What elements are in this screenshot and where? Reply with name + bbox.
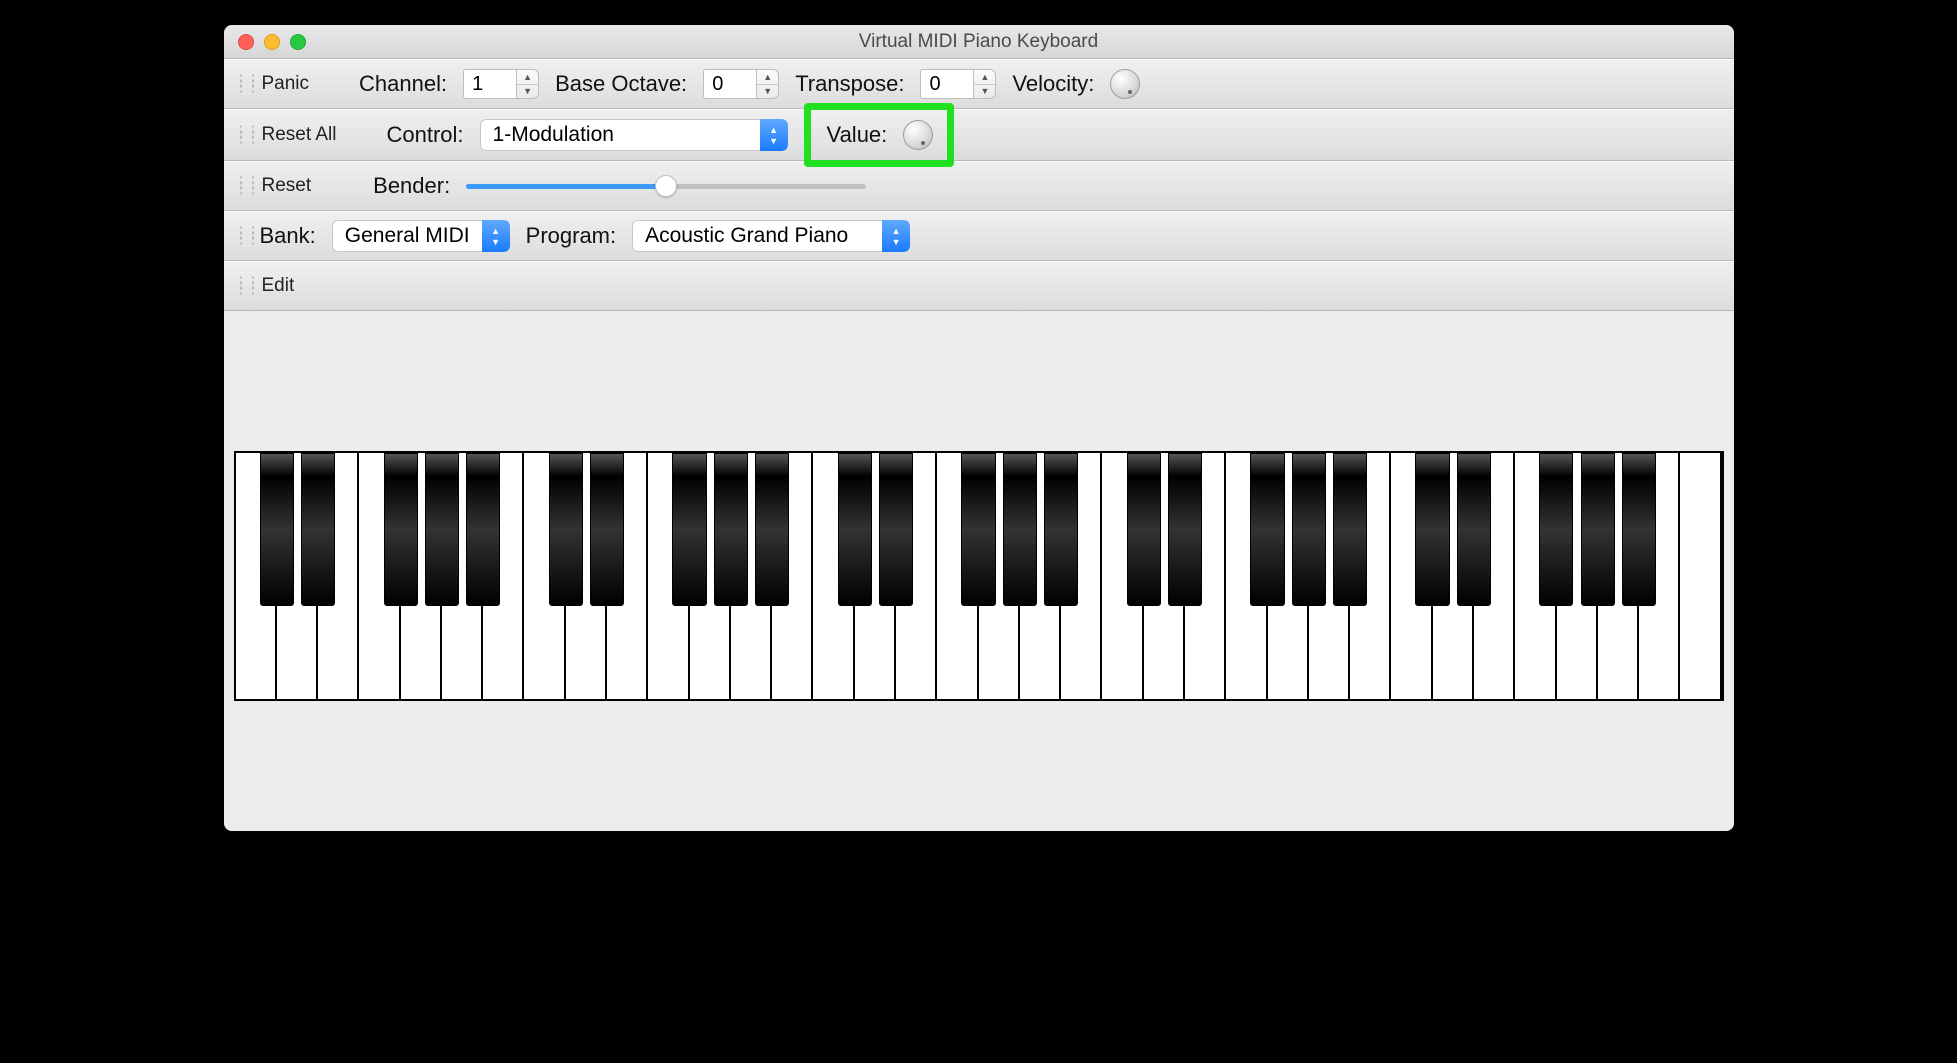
slider-fill xyxy=(466,184,666,189)
black-key[interactable] xyxy=(260,453,294,606)
bank-label: Bank: xyxy=(260,223,316,249)
toolbar-control: ⋮⋮⋮⋮ Reset All Control: 1-Modulation ▲▼ … xyxy=(224,109,1734,161)
bank-combo[interactable]: General MIDI ▲▼ xyxy=(332,220,510,252)
app-window: Virtual MIDI Piano Keyboard ⋮⋮⋮⋮ Panic C… xyxy=(224,25,1734,831)
black-key[interactable] xyxy=(879,453,913,606)
value-label: Value: xyxy=(827,122,888,148)
base-octave-stepper[interactable]: ▲▼ xyxy=(703,69,779,99)
transpose-label: Transpose: xyxy=(795,71,904,97)
black-key[interactable] xyxy=(1127,453,1161,606)
chevron-updown-icon[interactable]: ▲▼ xyxy=(882,220,910,252)
black-key[interactable] xyxy=(1333,453,1367,606)
black-key[interactable] xyxy=(1581,453,1615,606)
stepper-arrows-icon[interactable]: ▲▼ xyxy=(974,69,996,99)
piano-keyboard xyxy=(234,451,1724,701)
toolbar-bank: ⋮⋮⋮⋮ Bank: General MIDI ▲▼ Program: Acou… xyxy=(224,211,1734,261)
transpose-stepper[interactable]: ▲▼ xyxy=(920,69,996,99)
minimize-icon[interactable] xyxy=(264,34,280,50)
black-key[interactable] xyxy=(672,453,706,606)
stepper-arrows-icon[interactable]: ▲▼ xyxy=(757,69,779,99)
grip-icon: ⋮⋮⋮⋮ xyxy=(234,129,244,141)
toolbar-main: ⋮⋮⋮⋮ Panic Channel: ▲▼ Base Octave: ▲▼ T… xyxy=(224,59,1734,109)
black-key[interactable] xyxy=(1168,453,1202,606)
black-key[interactable] xyxy=(301,453,335,606)
grip-icon: ⋮⋮⋮⋮ xyxy=(234,180,244,192)
black-key[interactable] xyxy=(1250,453,1284,606)
close-icon[interactable] xyxy=(238,34,254,50)
black-key[interactable] xyxy=(714,453,748,606)
traffic-lights xyxy=(224,34,306,50)
value-highlight: Value: xyxy=(804,103,955,167)
bender-slider[interactable] xyxy=(466,176,866,196)
zoom-icon[interactable] xyxy=(290,34,306,50)
reset-button[interactable]: Reset xyxy=(260,171,314,201)
keyboard-area xyxy=(224,311,1734,831)
slider-thumb[interactable] xyxy=(655,175,677,197)
stepper-arrows-icon[interactable]: ▲▼ xyxy=(517,69,539,99)
black-key[interactable] xyxy=(1292,453,1326,606)
chevron-updown-icon[interactable]: ▲▼ xyxy=(482,220,510,252)
window-title: Virtual MIDI Piano Keyboard xyxy=(224,31,1734,53)
black-key[interactable] xyxy=(1003,453,1037,606)
chevron-updown-icon[interactable]: ▲▼ xyxy=(760,119,788,151)
control-value: 1-Modulation xyxy=(480,119,760,151)
channel-input[interactable] xyxy=(463,69,517,99)
black-key[interactable] xyxy=(961,453,995,606)
program-label: Program: xyxy=(526,223,616,249)
grip-icon: ⋮⋮⋮⋮ xyxy=(234,78,244,90)
black-key[interactable] xyxy=(755,453,789,606)
base-octave-label: Base Octave: xyxy=(555,71,687,97)
channel-label: Channel: xyxy=(359,71,447,97)
base-octave-input[interactable] xyxy=(703,69,757,99)
black-key[interactable] xyxy=(1539,453,1573,606)
black-key[interactable] xyxy=(1622,453,1656,606)
grip-icon: ⋮⋮⋮⋮ xyxy=(234,280,244,292)
bender-label: Bender: xyxy=(373,173,450,199)
grip-icon: ⋮⋮⋮⋮ xyxy=(234,230,244,242)
toolbar-edit: ⋮⋮⋮⋮ Edit xyxy=(224,261,1734,311)
control-label: Control: xyxy=(386,122,463,148)
value-knob[interactable] xyxy=(903,120,933,150)
reset-all-button[interactable]: Reset All xyxy=(260,120,339,150)
panic-button[interactable]: Panic xyxy=(260,69,312,99)
black-key[interactable] xyxy=(838,453,872,606)
edit-button[interactable]: Edit xyxy=(260,271,297,301)
black-key[interactable] xyxy=(384,453,418,606)
velocity-label: Velocity: xyxy=(1012,71,1094,97)
black-key[interactable] xyxy=(590,453,624,606)
transpose-input[interactable] xyxy=(920,69,974,99)
channel-stepper[interactable]: ▲▼ xyxy=(463,69,539,99)
program-value: Acoustic Grand Piano xyxy=(632,220,882,252)
black-key[interactable] xyxy=(1044,453,1078,606)
white-key[interactable] xyxy=(1680,453,1721,699)
bank-value: General MIDI xyxy=(332,220,482,252)
program-combo[interactable]: Acoustic Grand Piano ▲▼ xyxy=(632,220,910,252)
black-key[interactable] xyxy=(425,453,459,606)
velocity-knob[interactable] xyxy=(1110,69,1140,99)
titlebar: Virtual MIDI Piano Keyboard xyxy=(224,25,1734,59)
control-combo[interactable]: 1-Modulation ▲▼ xyxy=(480,119,788,151)
black-key[interactable] xyxy=(549,453,583,606)
black-key[interactable] xyxy=(466,453,500,606)
black-key[interactable] xyxy=(1415,453,1449,606)
toolbar-bender: ⋮⋮⋮⋮ Reset Bender: xyxy=(224,161,1734,211)
black-key[interactable] xyxy=(1457,453,1491,606)
